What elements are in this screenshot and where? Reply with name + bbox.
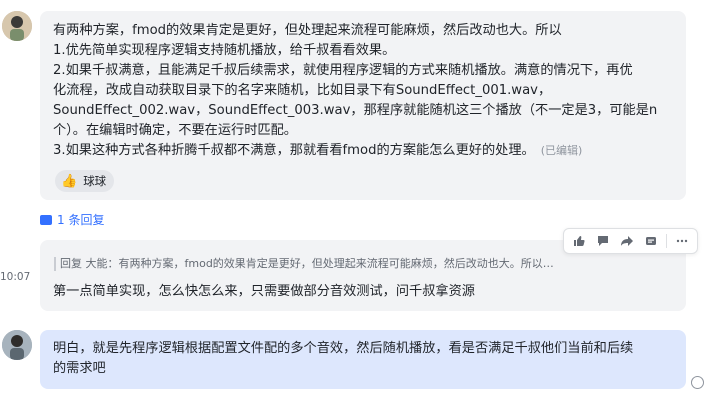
comment-icon: [40, 214, 52, 225]
message-line: SoundEffect_002.wav，SoundEffect_003.wav，…: [53, 103, 658, 118]
timestamp: 10:07: [0, 271, 31, 283]
edited-label: (已编辑): [540, 144, 583, 157]
reaction-chip[interactable]: 👍 球球: [55, 170, 115, 192]
thumbs-up-icon[interactable]: [568, 231, 590, 251]
own-message-bubble[interactable]: 明白，就是先程序逻辑根据配置文件配的多个音效，然后随机播放，看是否满足千叔他们当…: [40, 330, 686, 389]
avatar[interactable]: [2, 330, 32, 360]
message-line: 明白，就是先程序逻辑根据配置文件配的多个音效，然后随机播放，看是否满足千叔他们当…: [53, 341, 634, 356]
person-avatar-icon: [2, 11, 32, 41]
forward-icon[interactable]: [616, 231, 638, 251]
person-avatar-icon: [2, 330, 32, 360]
message-line-text: 3.如果这种方式各种折腾千叔都不满意，那就看看fmod的方案能怎么更好的处理。: [53, 143, 535, 158]
quote-icon[interactable]: [640, 231, 662, 251]
message-action-toolbar: [563, 228, 698, 254]
message-line: 第一点简单实现，怎么快怎么来，只需要做部分音效测试，问千叔拿资源: [53, 284, 475, 299]
toolbar-divider: [666, 234, 667, 248]
reaction-user: 球球: [83, 174, 107, 188]
comment-icon[interactable]: [592, 231, 614, 251]
message-line: 有两种方案，fmod的效果肯定是更好，但处理起来流程可能麻烦，然后改动也大。所以: [53, 23, 562, 38]
replies-link[interactable]: 1 条回复: [40, 211, 104, 228]
message-line: 3.如果这种方式各种折腾千叔都不满意，那就看看fmod的方案能怎么更好的处理。 (…: [53, 141, 674, 161]
message-line: 化流程，改成自动获取目录下的名字来随机，比如目录下有SoundEffect_00…: [53, 83, 552, 98]
replies-label[interactable]: 1 条回复: [57, 211, 104, 228]
message-line: 的需求吧: [53, 361, 106, 376]
message-line: 1.优先简单实现程序逻辑支持随机播放，给千叔看看效果。: [53, 43, 396, 58]
message-bubble[interactable]: 有两种方案，fmod的效果肯定是更好，但处理起来流程可能麻烦，然后改动也大。所以…: [40, 11, 686, 200]
more-icon[interactable]: [671, 231, 693, 251]
thumbs-up-icon: 👍: [61, 173, 78, 189]
message-line: 个）。在编辑时确定，不要在运行时匹配。: [53, 123, 297, 138]
avatar[interactable]: [2, 11, 32, 41]
quoted-reply[interactable]: 回复 大能：有两种方案，fmod的效果肯定是更好，但处理起来流程可能麻烦，然后改…: [54, 257, 554, 271]
chat-thread: 有两种方案，fmod的效果肯定是更好，但处理起来流程可能麻烦，然后改动也大。所以…: [0, 0, 713, 401]
message-line: 2.如果千叔满意，且能满足千叔后续需求，就使用程序逻辑的方式来随机播放。满意的情…: [53, 63, 633, 78]
read-status-icon: [691, 376, 704, 389]
